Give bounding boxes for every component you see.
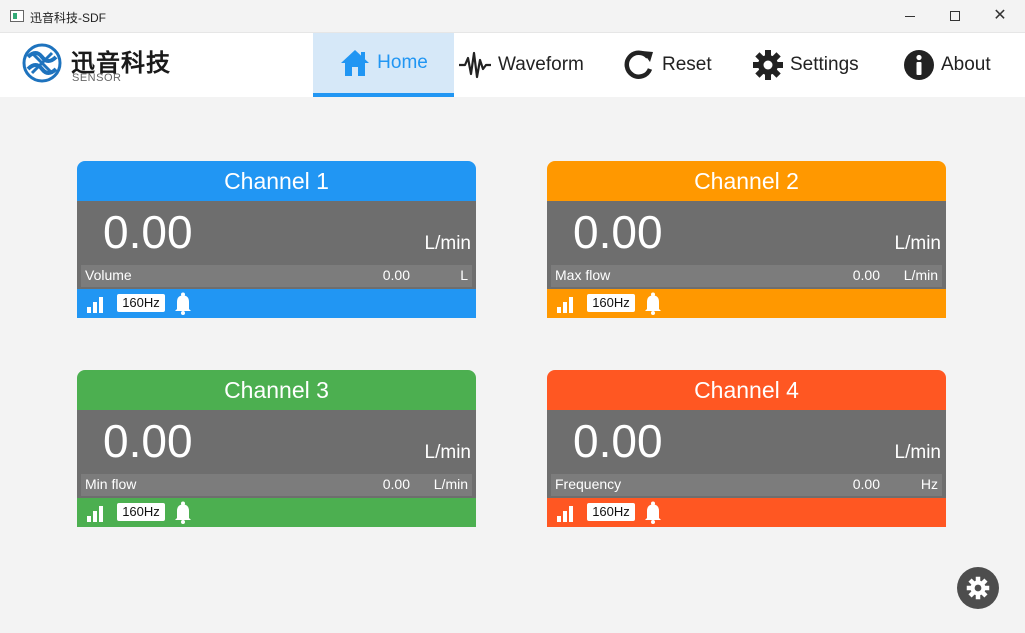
bell-icon[interactable] — [173, 501, 193, 524]
signal-icon — [557, 297, 573, 313]
channel-sub-row: Min flow 0.00 L/min — [81, 474, 472, 496]
signal-icon — [87, 506, 103, 522]
channel-title: Channel 1 — [77, 161, 476, 201]
channel-sub-row: Max flow 0.00 L/min — [551, 265, 942, 287]
window-title: 迅音科技-SDF — [30, 11, 106, 25]
frequency-badge: 160Hz — [117, 294, 165, 312]
nav-reset[interactable]: Reset — [622, 33, 712, 97]
gear-icon — [753, 50, 783, 80]
channel-sub-unit: L/min — [903, 267, 938, 283]
nav-bar: 迅音科技 SENSOR Home Waveform Reset Settings… — [0, 33, 1025, 97]
channel-value: 0.00 — [103, 206, 193, 258]
channel-card-4: Channel 4 0.00 L/min Frequency 0.00 Hz 1… — [547, 370, 946, 527]
close-button[interactable]: ✕ — [977, 0, 1023, 32]
home-icon — [341, 50, 370, 76]
channel-body: 0.00 L/min Min flow 0.00 L/min — [77, 410, 476, 498]
frequency-badge: 160Hz — [587, 503, 635, 521]
channel-sub-unit: L — [460, 267, 468, 283]
bell-icon[interactable] — [643, 292, 663, 315]
channel-sub-value: 0.00 — [382, 267, 410, 283]
channel-footer: 160Hz — [547, 289, 946, 318]
channel-value: 0.00 — [573, 415, 663, 467]
channel-footer: 160Hz — [77, 498, 476, 527]
signal-icon — [87, 297, 103, 313]
channel-title: Channel 3 — [77, 370, 476, 410]
channel-sub-value: 0.00 — [382, 476, 410, 492]
app-icon — [10, 10, 24, 22]
nav-reset-label: Reset — [662, 54, 712, 75]
bell-icon[interactable] — [643, 501, 663, 524]
channel-sub-row: Frequency 0.00 Hz — [551, 474, 942, 496]
channel-sub-value: 0.00 — [852, 476, 880, 492]
nav-home[interactable]: Home — [313, 33, 454, 97]
nav-settings[interactable]: Settings — [752, 33, 859, 97]
minimize-button[interactable] — [887, 0, 933, 32]
channel-title: Channel 4 — [547, 370, 946, 410]
signal-icon — [557, 506, 573, 522]
channel-value: 0.00 — [103, 415, 193, 467]
channel-body: 0.00 L/min Volume 0.00 L — [77, 201, 476, 289]
nav-waveform-label: Waveform — [498, 54, 584, 75]
nav-settings-label: Settings — [790, 54, 859, 75]
channel-body: 0.00 L/min Max flow 0.00 L/min — [547, 201, 946, 289]
nav-waveform[interactable]: Waveform — [458, 33, 584, 97]
channel-unit: L/min — [424, 442, 471, 463]
channel-sub-row: Volume 0.00 L — [81, 265, 472, 287]
nav-about-label: About — [941, 54, 991, 75]
info-icon — [904, 50, 934, 80]
bell-icon[interactable] — [173, 292, 193, 315]
channel-title: Channel 2 — [547, 161, 946, 201]
channel-footer: 160Hz — [547, 498, 946, 527]
reset-icon — [624, 50, 653, 79]
channel-footer: 160Hz — [77, 289, 476, 318]
brand-subtitle: SENSOR — [72, 72, 122, 84]
channel-sub-unit: L/min — [433, 476, 468, 492]
maximize-button[interactable] — [932, 0, 978, 32]
channel-unit: L/min — [894, 442, 941, 463]
channel-value: 0.00 — [573, 206, 663, 258]
channel-card-3: Channel 3 0.00 L/min Min flow 0.00 L/min… — [77, 370, 476, 527]
channel-sub-label: Min flow — [85, 476, 137, 492]
channel-sub-value: 0.00 — [852, 267, 880, 283]
channel-unit: L/min — [424, 233, 471, 254]
channel-sub-unit: Hz — [920, 476, 938, 492]
channel-unit: L/min — [894, 233, 941, 254]
channel-card-1: Channel 1 0.00 L/min Volume 0.00 L 160Hz — [77, 161, 476, 318]
window-titlebar: 迅音科技-SDF ✕ — [0, 0, 1025, 33]
brand-logo-icon — [22, 43, 62, 83]
maximize-icon — [950, 11, 960, 21]
channel-sub-label: Frequency — [555, 476, 622, 492]
nav-about[interactable]: About — [903, 33, 991, 97]
frequency-badge: 160Hz — [587, 294, 635, 312]
channel-card-2: Channel 2 0.00 L/min Max flow 0.00 L/min… — [547, 161, 946, 318]
close-icon: ✕ — [993, 7, 1007, 24]
frequency-badge: 160Hz — [117, 503, 165, 521]
channel-sub-label: Max flow — [555, 267, 611, 283]
waveform-icon — [459, 51, 491, 79]
nav-home-label: Home — [377, 52, 428, 73]
channel-sub-label: Volume — [85, 267, 132, 283]
gear-icon — [966, 576, 990, 600]
minimize-icon — [905, 15, 915, 17]
channel-body: 0.00 L/min Frequency 0.00 Hz — [547, 410, 946, 498]
floating-settings-button[interactable] — [957, 567, 999, 609]
